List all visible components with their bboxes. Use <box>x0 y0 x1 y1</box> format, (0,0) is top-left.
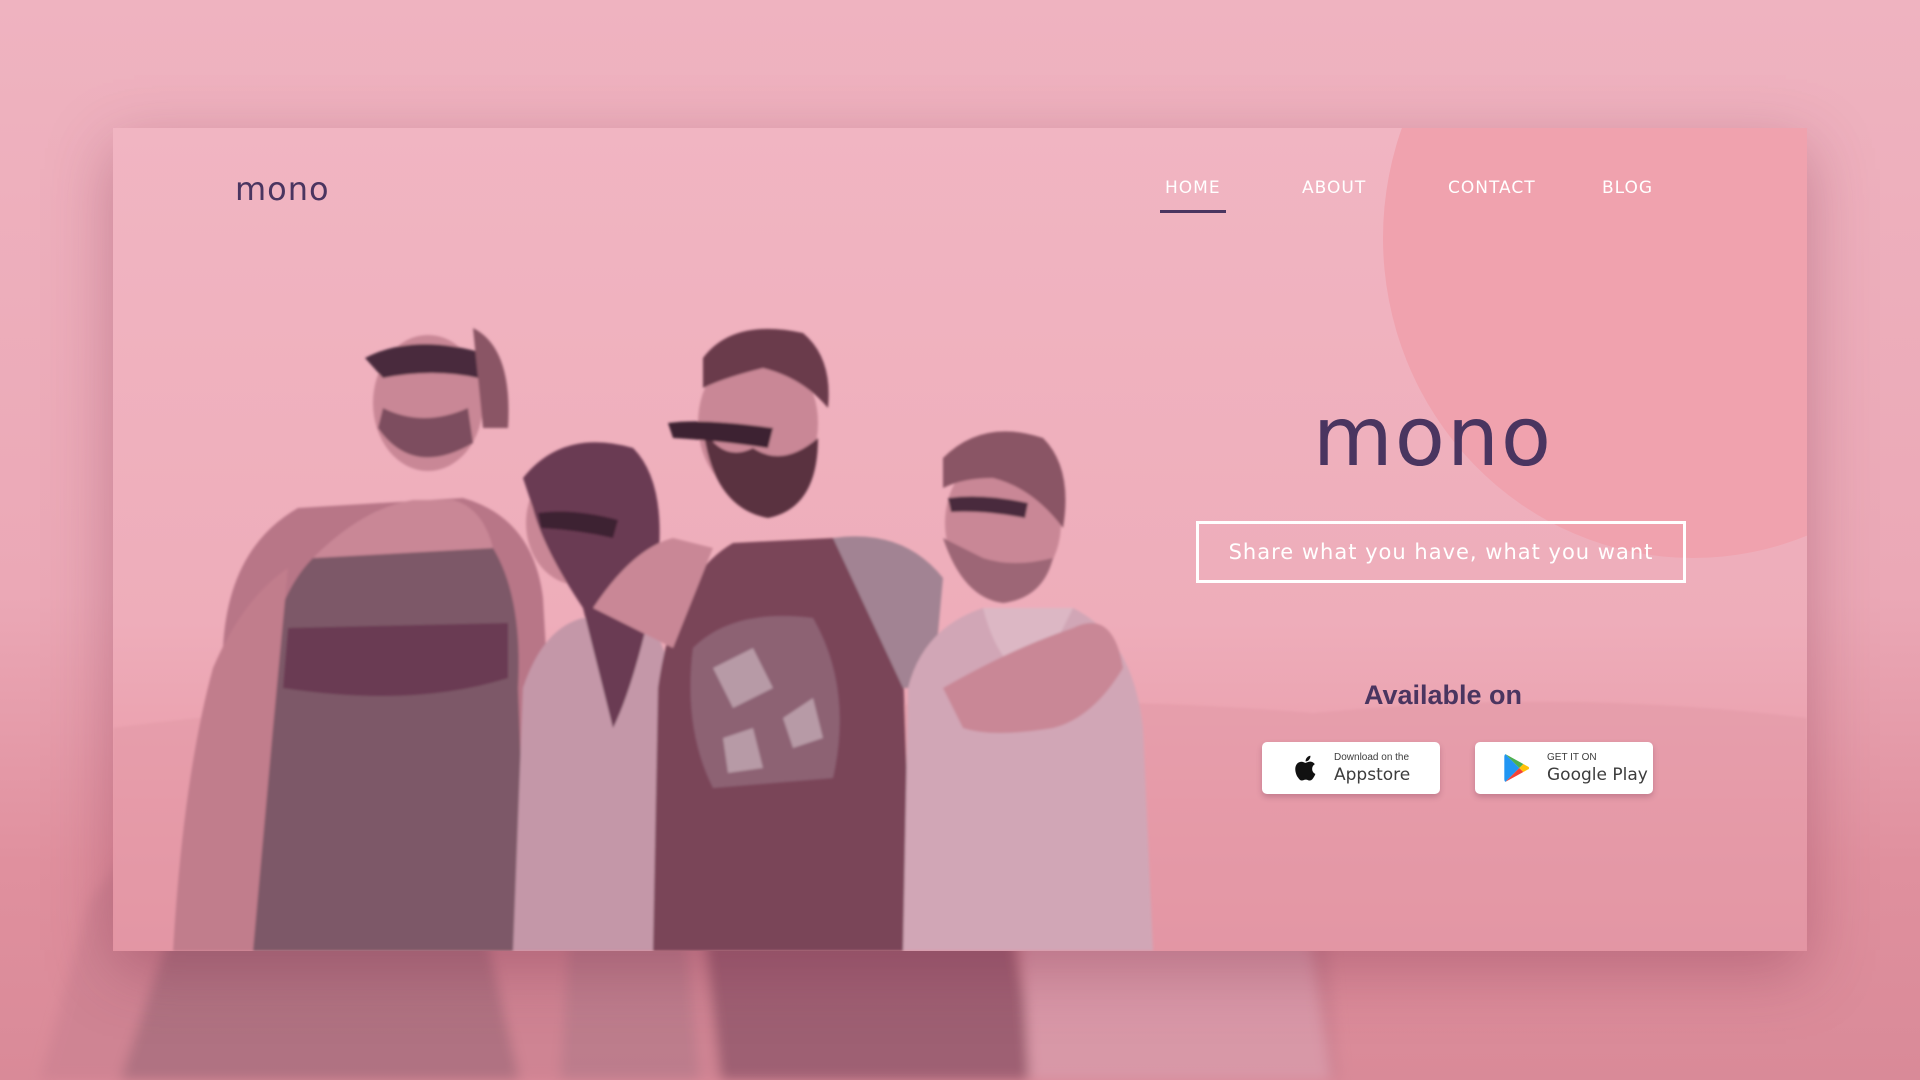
available-on-label: Available on <box>1363 680 1523 710</box>
nav-about[interactable]: ABOUT <box>1302 178 1366 198</box>
nav-blog-label: BLOG <box>1602 178 1654 198</box>
hero-card: mono HOME ABOUT CONTACT BLOG mono Share … <box>113 128 1807 951</box>
nav-blog[interactable]: BLOG <box>1602 178 1653 198</box>
nav-home-label: HOME <box>1165 178 1221 198</box>
apple-icon <box>1295 755 1316 781</box>
tagline: Share what you have, what you want <box>1228 540 1654 564</box>
google-play-small-label: GET IT ON <box>1547 751 1597 763</box>
page-background: mono HOME ABOUT CONTACT BLOG mono Share … <box>0 0 1920 1080</box>
tagline-box: Share what you have, what you want <box>1196 521 1686 583</box>
nav-contact[interactable]: CONTACT <box>1448 178 1536 198</box>
nav-contact-label: CONTACT <box>1448 178 1536 198</box>
appstore-label: Appstore <box>1334 764 1411 785</box>
nav-active-indicator <box>1160 210 1226 213</box>
appstore-small-label: Download on the <box>1334 751 1410 763</box>
google-play-label: Google Play <box>1547 764 1648 785</box>
main-nav: HOME ABOUT CONTACT BLOG <box>113 178 1807 218</box>
hero-title: mono <box>1312 390 1554 485</box>
google-play-icon <box>1504 754 1530 782</box>
nav-home[interactable]: HOME <box>1160 178 1226 213</box>
appstore-button[interactable]: Download on the Appstore <box>1262 742 1440 794</box>
google-play-button[interactable]: GET IT ON Google Play <box>1475 742 1653 794</box>
nav-about-label: ABOUT <box>1302 178 1367 198</box>
